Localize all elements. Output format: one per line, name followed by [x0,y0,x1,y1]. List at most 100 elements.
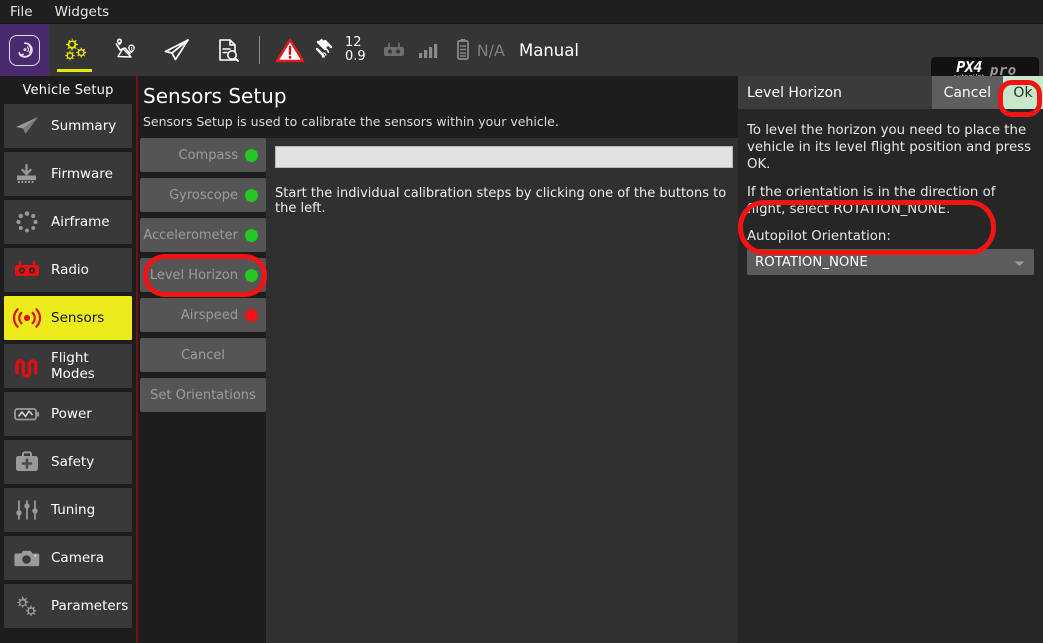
autopilot-orientation-dropdown[interactable]: ROTATION_NONE [747,249,1034,275]
safety-kit-icon [12,448,42,476]
satellite-icon [312,36,342,64]
autopilot-orientation-label: Autopilot Orientation: [747,229,1034,244]
instruction-paragraph-2: If the orientation is in the direction o… [747,184,1034,218]
power-battery-icon [12,400,42,428]
status-dot-green [245,189,258,202]
menu-item-widgets[interactable]: Widgets [55,4,110,20]
sensors-setup-page: Sensors Setup Sensors Setup is used to c… [138,76,738,643]
status-rc[interactable] [380,24,408,76]
sidebar-item-label: Tuning [51,502,95,518]
calibration-button-label: Accelerometer [143,228,238,243]
level-horizon-panel: Level Horizon Cancel Ok To level the hor… [738,76,1043,643]
sidebar-item-summary[interactable]: Summary [4,104,132,148]
vehicle-setup-sidebar: Vehicle Setup Summary Firmware [0,76,138,643]
status-dot-red [245,309,258,322]
menu-item-file[interactable]: File [10,4,33,20]
sidebar-item-power[interactable]: Power [4,392,132,436]
cancel-calibration-button[interactable]: Cancel [140,338,266,372]
toolbar-button-fly[interactable] [151,24,202,76]
sidebar-title: Vehicle Setup [0,76,136,104]
svg-text:B: B [129,45,134,53]
paper-plane-icon [161,36,193,64]
camera-icon [12,544,42,572]
level-horizon-header: Level Horizon Cancel Ok [738,76,1043,109]
flight-mode-selector[interactable]: Manual [519,41,579,60]
paper-plane-icon [12,112,42,140]
tuning-sliders-icon [12,496,42,524]
calibration-button-label: Set Orientations [150,388,256,403]
autopilot-orientation-value: ROTATION_NONE [755,255,1013,270]
flight-modes-icon [12,352,42,380]
page-subtitle: Sensors Setup is used to calibrate the s… [138,108,738,129]
calibration-button-label: Gyroscope [169,188,238,203]
instruction-paragraph-1: To level the horizon you need to place t… [747,122,1034,173]
gears-icon [60,36,90,64]
waypoints-icon: B [111,36,141,64]
status-dot-green [245,269,258,282]
calibration-content-pane: Start the individual calibration steps b… [266,138,738,643]
calibrate-compass-button[interactable]: Compass [140,138,266,172]
chevron-down-icon [1013,253,1026,272]
menu-bar: File Widgets [0,0,1043,24]
toolbar-button-analyze[interactable] [202,24,253,76]
sidebar-item-label: Radio [51,262,89,278]
page-title: Sensors Setup [138,76,738,108]
qgroundcontrol-window: File Widgets [0,0,1043,643]
sidebar-item-label: Sensors [51,310,104,326]
sidebar-item-camera[interactable]: Camera [4,536,132,580]
calibration-button-label: Airspeed [181,308,238,323]
calibration-button-label: Compass [179,148,238,163]
main-toolbar: B [0,24,1043,76]
document-search-icon [213,36,243,64]
status-dot-green [245,229,258,242]
sidebar-item-tuning[interactable]: Tuning [4,488,132,532]
sidebar-item-radio[interactable]: Radio [4,248,132,292]
gps-hdop-value: 0.9 [345,50,366,64]
toolbar-button-plan[interactable]: B [100,24,151,76]
signal-bars-icon [416,39,440,61]
sidebar-item-safety[interactable]: Safety [4,440,132,484]
qgc-logo-icon [9,35,40,66]
battery-icon [454,37,472,63]
sidebar-item-flight-modes[interactable]: Flight Modes [4,344,132,388]
status-gps[interactable]: 12 0.9 [312,24,366,76]
panel-title: Level Horizon [738,85,932,101]
sidebar-item-parameters[interactable]: Parameters [4,584,132,628]
ok-button[interactable]: Ok [1003,76,1043,109]
airframe-dots-icon [12,208,42,236]
gps-satellite-count: 12 [345,36,366,50]
sidebar-item-label: Power [51,406,92,422]
gears-icon [12,592,42,620]
sensors-waves-icon [12,304,42,332]
rc-controller-icon [380,38,408,62]
sidebar-item-label: Camera [51,550,104,566]
warning-triangle-icon [274,36,306,64]
toolbar-button-setup[interactable] [49,24,100,76]
sidebar-item-label: Firmware [51,166,113,182]
toolbar-divider [259,36,260,64]
sidebar-item-airframe[interactable]: Airframe [4,200,132,244]
calibration-button-column: Compass Gyroscope Accelerometer Level Ho… [140,138,266,418]
radio-icon [12,256,42,284]
status-battery[interactable]: N/A [454,24,505,76]
calibration-button-label: Level Horizon [150,268,238,283]
firmware-chip-icon [12,160,42,188]
sidebar-item-label: Safety [51,454,94,470]
sidebar-item-label: Flight Modes [51,350,132,382]
cancel-button[interactable]: Cancel [932,76,1003,109]
sidebar-item-label: Summary [51,118,116,134]
status-telemetry[interactable] [416,24,440,76]
calibrate-accelerometer-button[interactable]: Accelerometer [140,218,266,252]
sidebar-item-firmware[interactable]: Firmware [4,152,132,196]
calibration-progress-bar [275,146,733,168]
status-warning[interactable] [274,24,306,76]
qgc-logo-button[interactable] [0,24,49,76]
set-orientations-button[interactable]: Set Orientations [140,378,266,412]
calibrate-level-horizon-button[interactable]: Level Horizon [140,258,266,292]
sidebar-item-sensors[interactable]: Sensors [4,296,132,340]
calibration-button-label: Cancel [181,348,225,363]
calibrate-airspeed-button[interactable]: Airspeed [140,298,266,332]
px4-brand-name: PX4 [956,61,982,74]
calibrate-gyroscope-button[interactable]: Gyroscope [140,178,266,212]
level-horizon-body: To level the horizon you need to place t… [738,109,1043,275]
